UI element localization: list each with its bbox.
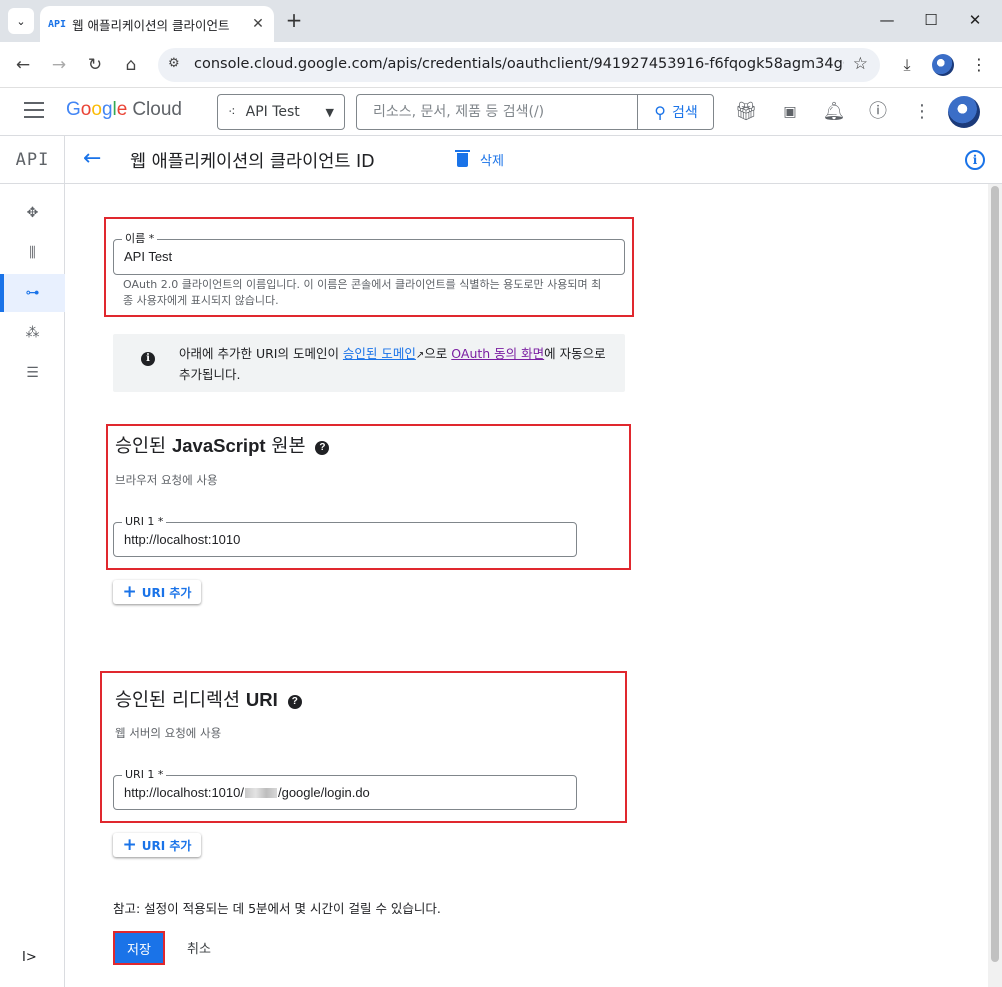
forward-icon[interactable]: → (46, 52, 72, 78)
redirect-uri-field[interactable]: URI 1 * http://localhost:1010//google/lo… (113, 769, 577, 810)
rail-credentials-key-icon[interactable]: ⊶ (0, 274, 65, 312)
page-title: 웹 애플리케이션의 클라이언트 ID (130, 152, 375, 172)
close-window-icon[interactable]: ✕ (960, 8, 990, 32)
left-nav-rail: API ✥ ⫼ ⊶ ⁂ ☰ I> (0, 136, 65, 987)
hamburger-menu-icon[interactable] (24, 102, 44, 120)
domain-info-text: 아래에 추가한 URI의 도메인이 승인된 도메인↗으로 OAuth 동의 화면… (179, 346, 606, 382)
tab-title: 웹 애플리케이션의 클라이언트 (72, 17, 230, 33)
project-selector[interactable]: ⁖ API Test ▼ (217, 94, 345, 130)
back-icon[interactable]: ← (10, 52, 36, 78)
rail-page-usage-icon[interactable]: ☰ (0, 354, 65, 392)
browser-tab-strip: ⌄ API 웹 애플리케이션의 클라이언트 ✕ + — ☐ ✕ (0, 0, 1002, 42)
delete-button[interactable]: 삭제 (455, 149, 504, 169)
help-circle-icon[interactable]: ? (287, 695, 302, 709)
help-icon[interactable]: ⓘ (866, 100, 890, 124)
url-text[interactable]: console.cloud.google.com/apis/credential… (194, 56, 844, 72)
domain-info-box: i 아래에 추가한 URI의 도메인이 승인된 도메인↗으로 OAuth 동의 … (113, 334, 625, 392)
settings-note: 참고: 설정이 적용되는 데 5분에서 몇 시간이 걸릴 수 있습니다. (113, 901, 441, 916)
cloud-shell-icon[interactable]: ▣ (778, 100, 802, 124)
js-origin-uri-value[interactable]: http://localhost:1010 (124, 532, 240, 547)
main-content: 이름 * API Test OAuth 2.0 클라이언트의 이름입니다. 이 … (65, 184, 988, 987)
search-button[interactable]: ⚲ 검색 (637, 95, 714, 129)
reload-icon[interactable]: ↻ (82, 52, 108, 78)
js-origin-uri-field[interactable]: URI 1 * http://localhost:1010 (113, 516, 577, 557)
help-circle-icon[interactable]: ? (315, 441, 330, 455)
redirect-uris-title: 승인된 리디렉션 URI? (115, 686, 302, 712)
rail-enabled-apis-icon[interactable]: ✥ (0, 194, 65, 232)
browser-menu-icon[interactable]: ⋮ (966, 52, 992, 78)
project-name: API Test (245, 104, 300, 120)
new-tab-button[interactable]: + (282, 8, 306, 32)
trash-icon (455, 149, 470, 167)
add-js-uri-button[interactable]: + URI 추가 (113, 580, 201, 604)
cancel-button[interactable]: 취소 (177, 938, 221, 958)
name-field[interactable]: 이름 * API Test (113, 233, 625, 275)
rail-oauth-consent-icon[interactable]: ⁂ (0, 314, 65, 352)
redacted-segment (244, 788, 277, 798)
name-helper-text: OAuth 2.0 클라이언트의 이름입니다. 이 이름은 콘솔에서 클라이언트… (123, 278, 602, 307)
rail-library-icon[interactable]: ⫼ (0, 234, 65, 272)
back-arrow-icon[interactable]: ← (83, 146, 101, 171)
redirect-uris-subtitle: 웹 서버의 요청에 사용 (115, 726, 222, 740)
redirect-uri-value[interactable]: http://localhost:1010//google/login.do (124, 785, 370, 800)
profile-avatar[interactable] (930, 52, 956, 78)
address-bar[interactable]: ⚙ console.cloud.google.com/apis/credenti… (158, 48, 880, 82)
page-header: ← 웹 애플리케이션의 클라이언트 ID 삭제 i (65, 136, 1002, 184)
home-icon[interactable]: ⌂ (118, 52, 144, 78)
name-field-value[interactable]: API Test (124, 249, 172, 264)
gift-icon[interactable]: 🎁︎ (734, 100, 758, 124)
js-origins-title: 승인된 JavaScript 원본? (115, 432, 330, 458)
oauth-consent-link[interactable]: OAuth 동의 화면 (451, 346, 544, 361)
name-field-label: 이름 * (122, 233, 158, 245)
google-cloud-logo[interactable]: Google Cloud (66, 99, 182, 121)
info-icon: i (141, 352, 155, 366)
search-box: ⚲ 검색 (356, 94, 714, 130)
console-header: GoogleCloud ⁖ API Test ▼ ⚲ 검색 🎁︎ ▣ 🔔︎ ⓘ … (0, 88, 1002, 136)
plus-icon: + (122, 582, 137, 602)
search-icon: ⚲ (654, 102, 666, 122)
browser-tab[interactable]: API 웹 애플리케이션의 클라이언트 ✕ (40, 6, 274, 42)
expand-rail-icon[interactable]: I> (22, 950, 37, 965)
plus-icon: + (122, 835, 137, 855)
tab-search-chevron-icon[interactable]: ⌄ (8, 8, 34, 34)
info-panel-icon[interactable]: i (965, 150, 985, 170)
minimize-icon[interactable]: — (872, 8, 902, 32)
js-origins-subtitle: 브라우저 요청에 사용 (115, 473, 218, 487)
redirect-uri-label: URI 1 * (122, 769, 167, 781)
api-product-label: API (0, 136, 65, 184)
project-icon: ⁖ (228, 104, 236, 120)
download-icon[interactable]: ⤓ (894, 52, 920, 78)
browser-toolbar: ← → ↻ ⌂ ⚙ console.cloud.google.com/apis/… (0, 42, 1002, 88)
more-menu-icon[interactable]: ⋮ (910, 100, 934, 124)
maximize-icon[interactable]: ☐ (916, 8, 946, 32)
js-origin-uri-label: URI 1 * (122, 516, 167, 528)
save-button[interactable]: 저장 (113, 931, 165, 965)
notifications-bell-icon[interactable]: 🔔︎ (822, 100, 846, 124)
authorized-domain-link[interactable]: 승인된 도메인 (343, 346, 416, 361)
tab-close-icon[interactable]: ✕ (250, 16, 266, 32)
add-redirect-uri-button[interactable]: + URI 추가 (113, 833, 201, 857)
search-input[interactable] (357, 95, 637, 129)
tab-favicon: API (48, 18, 67, 30)
account-avatar[interactable] (948, 96, 980, 128)
site-settings-icon[interactable]: ⚙ (168, 56, 180, 71)
bookmark-star-icon[interactable]: ☆ (853, 54, 868, 74)
scroll-thumb[interactable] (991, 186, 999, 962)
scrollbar[interactable] (988, 184, 1002, 987)
caret-down-icon: ▼ (325, 105, 334, 119)
